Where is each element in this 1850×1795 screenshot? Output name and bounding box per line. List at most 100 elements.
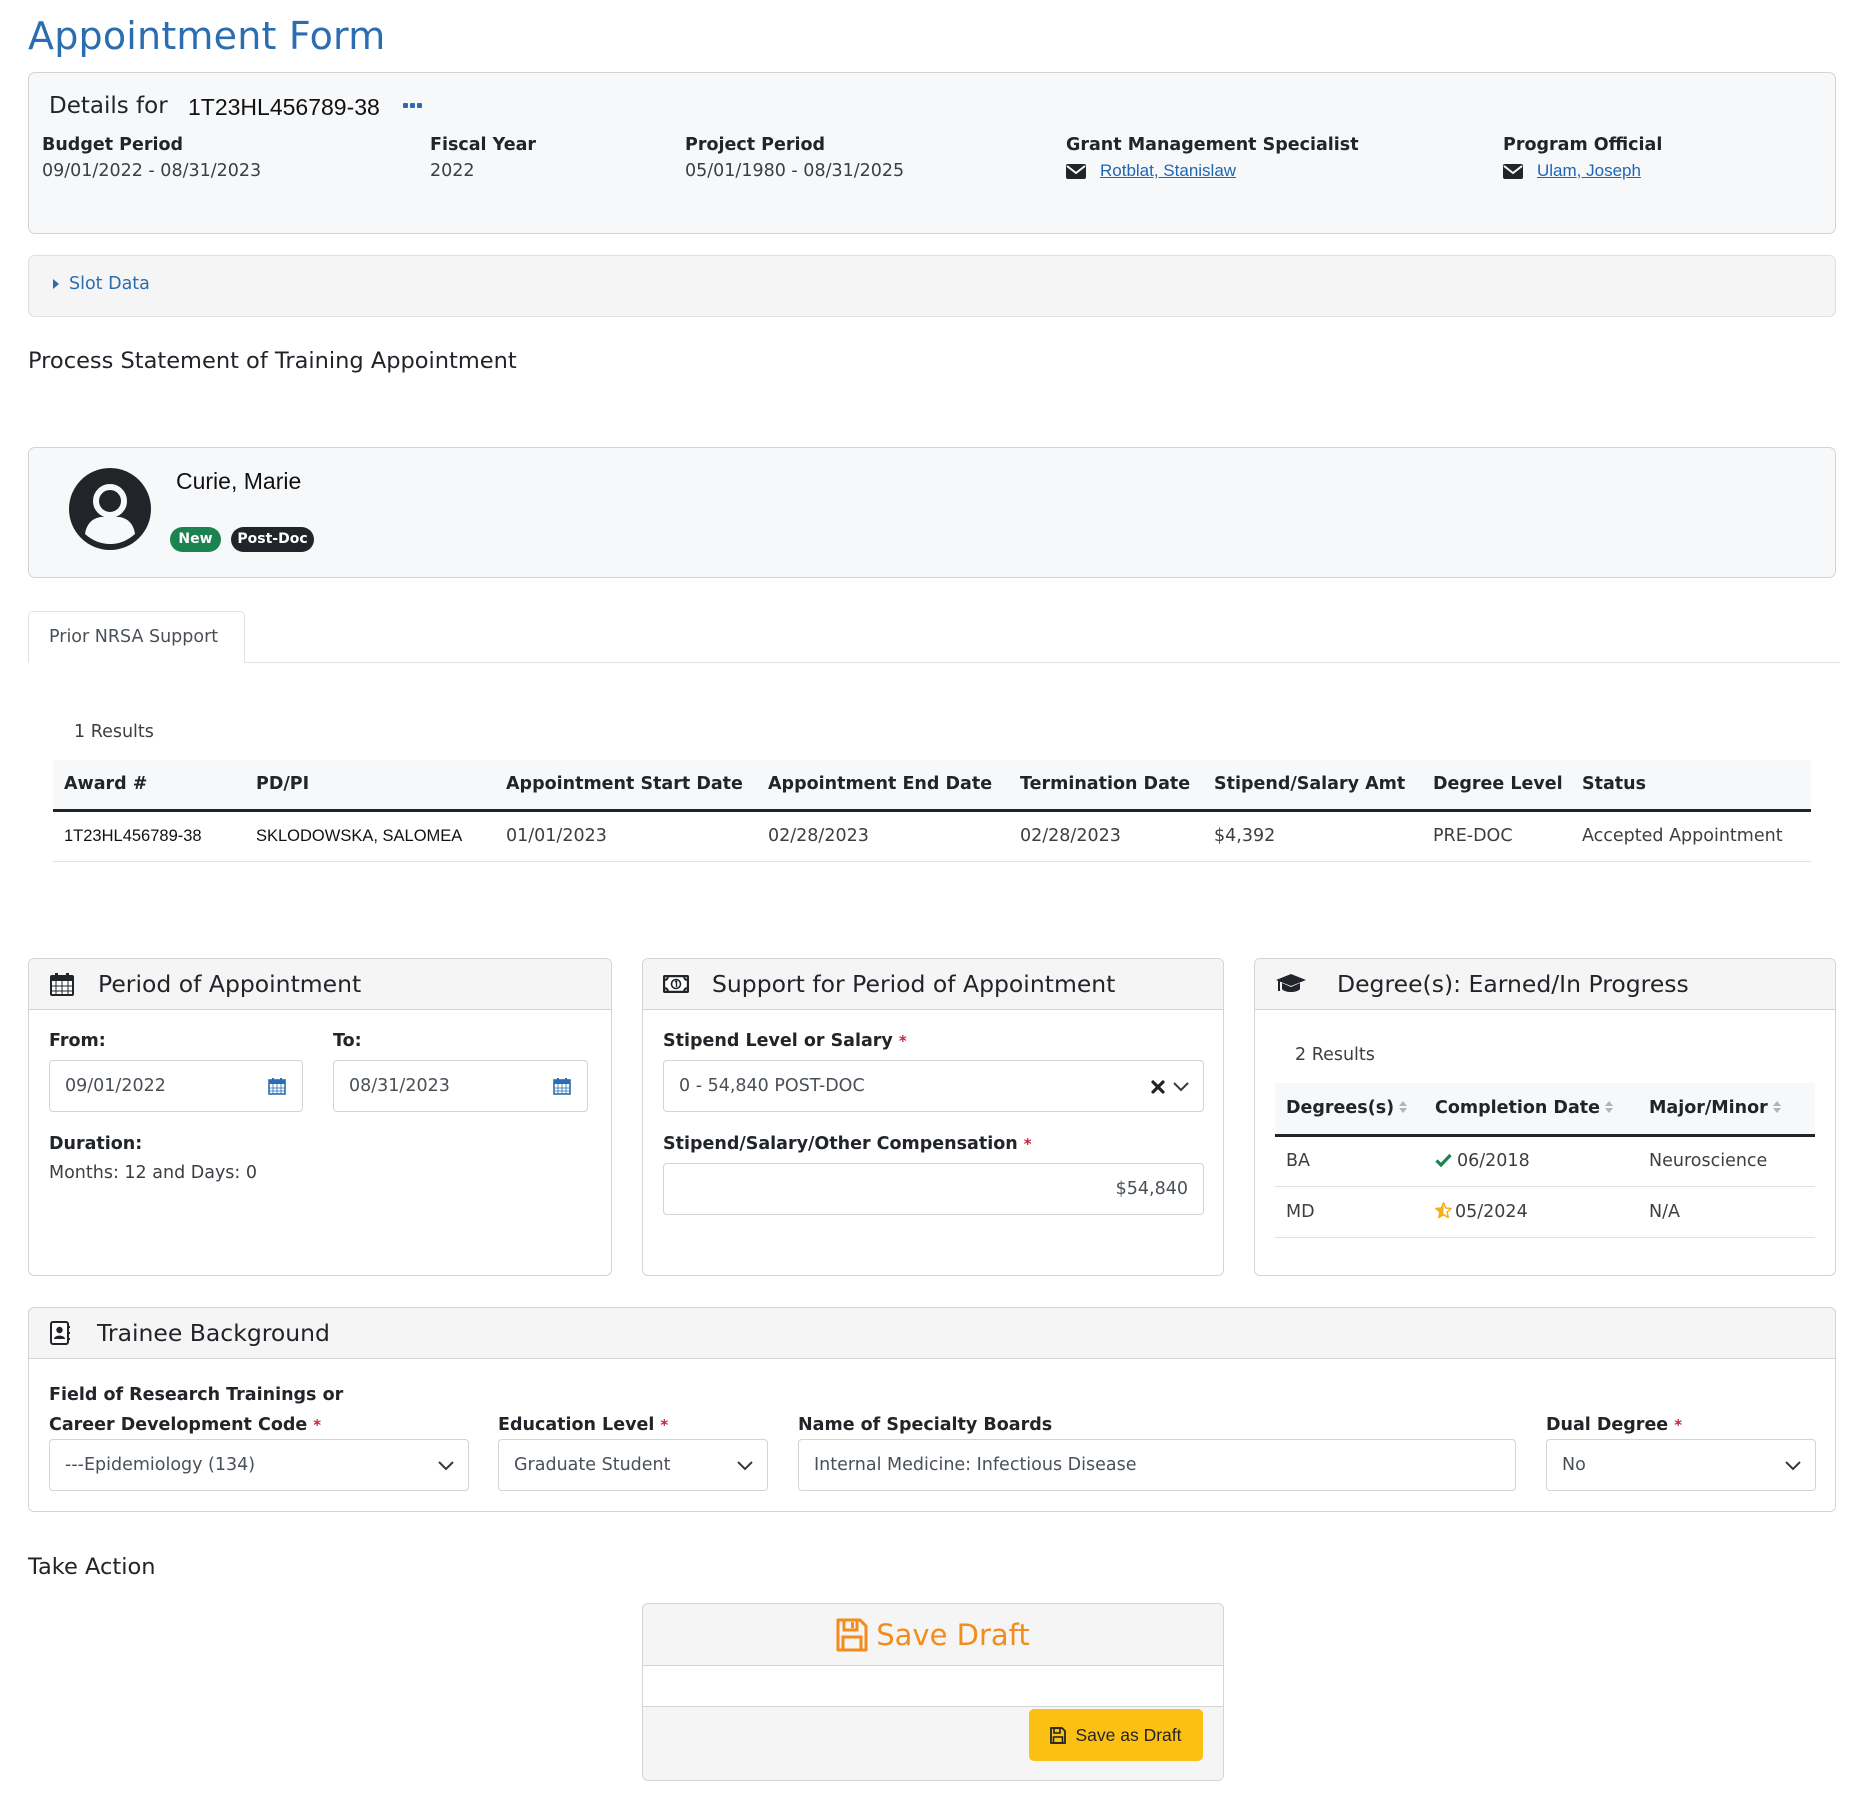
panel-header: Period of Appointment [29, 959, 611, 1010]
chevron-down-icon[interactable] [1173, 1082, 1189, 1092]
slot-data-panel: Slot Data [28, 255, 1836, 317]
fiscal-year-label: Fiscal Year [430, 135, 537, 155]
sortable-column-completion-date[interactable]: Completion Date [1424, 1083, 1638, 1137]
from-label: From: [49, 1031, 106, 1051]
table-row: 1T23HL456789-38 SKLODOWSKA, SALOMEA 01/0… [53, 810, 1811, 862]
take-action-heading: Take Action [28, 1554, 156, 1580]
column-header: Termination Date [1009, 760, 1203, 812]
compensation-input[interactable]: $54,840 [663, 1163, 1204, 1215]
column-header: Appointment End Date [757, 760, 1009, 812]
program-official-label: Program Official [1503, 135, 1663, 155]
status-badge-new: New [170, 527, 221, 552]
calendar-icon[interactable] [553, 1077, 571, 1095]
from-date-input[interactable]: 09/01/2022 [49, 1060, 303, 1112]
sortable-column-degrees[interactable]: Degrees(s) [1275, 1083, 1424, 1137]
save-as-draft-button[interactable]: Save as Draft [1029, 1709, 1203, 1761]
support-panel: Support for Period of Appointment Stipen… [642, 958, 1224, 1276]
save-as-draft-label: Save as Draft [1075, 1724, 1182, 1745]
trainee-name: Curie, Marie [176, 468, 302, 494]
stipend-level-select[interactable]: 0 - 54,840 POST-DOC [663, 1060, 1204, 1112]
specialty-boards-label: Name of Specialty Boards [798, 1415, 1053, 1435]
status-badge-post-doc: Post-Doc [231, 527, 314, 552]
cell-major: N/A [1638, 1186, 1815, 1238]
cell-completion-date: 05/2024 [1424, 1186, 1638, 1238]
fiscal-year: Fiscal Year 2022 [430, 135, 536, 181]
slot-data-toggle[interactable]: Slot Data [53, 274, 150, 294]
cell-major: Neuroscience [1638, 1135, 1815, 1187]
chevron-down-icon[interactable] [737, 1461, 753, 1471]
compensation-label: Stipend/Salary/Other Compensation * [663, 1134, 1032, 1154]
calendar-icon[interactable] [268, 1077, 286, 1095]
degrees-header-row: Degrees(s) Completion Date Major/Minor [1275, 1083, 1815, 1137]
page-title: Appointment Form [28, 14, 386, 58]
cell-degree: MD [1275, 1186, 1424, 1238]
nrsa-header-row: Award # PD/PI Appointment Start Date App… [53, 760, 1811, 812]
ellipsis-icon[interactable] [403, 103, 422, 108]
tab-prior-nrsa-support[interactable]: Prior NRSA Support [28, 611, 245, 663]
graduation-cap-icon [1276, 974, 1306, 992]
envelope-icon [1066, 163, 1086, 179]
chevron-down-icon[interactable] [1785, 1461, 1801, 1471]
education-level-select[interactable]: Graduate Student [498, 1439, 768, 1491]
column-header: Appointment Start Date [495, 760, 757, 812]
required-asterisk: * [313, 1416, 322, 1434]
degrees-table: Degrees(s) Completion Date Major/Minor B… [1275, 1083, 1815, 1238]
dual-degree-select[interactable]: No [1546, 1439, 1816, 1491]
calendar-icon [50, 973, 74, 996]
project-period: Project Period 05/01/1980 - 08/31/2025 [685, 135, 904, 181]
panel-title: Support for Period of Appointment [712, 970, 1116, 998]
address-book-icon [50, 1321, 70, 1345]
education-level-label: Education Level * [498, 1415, 669, 1435]
budget-period: Budget Period 09/01/2022 - 08/31/2023 [42, 135, 261, 181]
floppy-disk-icon [1050, 1726, 1067, 1744]
program-official-link[interactable]: Ulam, Joseph [1537, 161, 1641, 181]
sortable-column-major-minor[interactable]: Major/Minor [1638, 1083, 1815, 1137]
envelope-icon [1503, 163, 1523, 179]
cell-award: 1T23HL456789-38 [53, 810, 245, 862]
clear-icon[interactable] [1151, 1080, 1165, 1094]
required-asterisk: * [660, 1416, 669, 1434]
grant-management-specialist: Grant Management Specialist Rotblat, Sta… [1066, 135, 1359, 181]
cell-start-date: 01/01/2023 [495, 810, 757, 862]
from-date-value: 09/01/2022 [65, 1076, 166, 1096]
required-asterisk: * [1023, 1135, 1032, 1153]
cell-completion-date: 06/2018 [1424, 1135, 1638, 1187]
degrees-panel: Degree(s): Earned/In Progress 2 Results … [1254, 958, 1836, 1276]
project-period-value: 05/01/1980 - 08/31/2025 [685, 161, 905, 181]
cell-end-date: 02/28/2023 [757, 810, 1009, 862]
required-asterisk: * [898, 1032, 907, 1050]
check-icon [1435, 1153, 1452, 1168]
column-header: Degree Level [1422, 760, 1571, 812]
cell-termination-date: 02/28/2023 [1009, 810, 1203, 862]
education-level-value: Graduate Student [514, 1455, 671, 1475]
save-draft-title: Save Draft [876, 1617, 1030, 1652]
cell-stipend: $4,392 [1203, 810, 1422, 862]
research-field-select[interactable]: ---Epidemiology (134) [49, 1439, 469, 1491]
specialty-boards-value: Internal Medicine: Infectious Disease [814, 1455, 1137, 1475]
duration-value: Months: 12 and Days: 0 [49, 1163, 258, 1183]
project-period-label: Project Period [685, 135, 826, 155]
gms-label: Grant Management Specialist [1066, 135, 1359, 155]
trainee-background-panel: Trainee Background Field of Research Tra… [28, 1307, 1836, 1512]
caret-right-icon [53, 279, 59, 289]
to-label: To: [333, 1031, 362, 1051]
nrsa-results-count: 1 Results [74, 722, 154, 742]
chevron-down-icon[interactable] [438, 1461, 454, 1471]
table-row: MD 05/2024 N/A [1275, 1186, 1815, 1238]
slot-data-label: Slot Data [69, 274, 150, 294]
panel-title: Period of Appointment [98, 970, 362, 998]
gms-link[interactable]: Rotblat, Stanislaw [1100, 161, 1236, 181]
dual-degree-value: No [1562, 1455, 1586, 1475]
specialty-boards-input[interactable]: Internal Medicine: Infectious Disease [798, 1439, 1516, 1491]
stipend-level-value: 0 - 54,840 POST-DOC [679, 1076, 865, 1096]
compensation-value: $54,840 [1115, 1179, 1188, 1199]
floppy-disk-icon [836, 1618, 868, 1651]
cell-degree: BA [1275, 1135, 1424, 1187]
to-date-value: 08/31/2023 [349, 1076, 450, 1096]
column-header: Award # [53, 760, 245, 812]
panel-header: Support for Period of Appointment [643, 959, 1223, 1010]
to-date-input[interactable]: 08/31/2023 [333, 1060, 588, 1112]
program-official: Program Official Ulam, Joseph [1503, 135, 1662, 181]
money-bill-icon [663, 975, 689, 993]
sort-icon [1399, 1101, 1408, 1114]
